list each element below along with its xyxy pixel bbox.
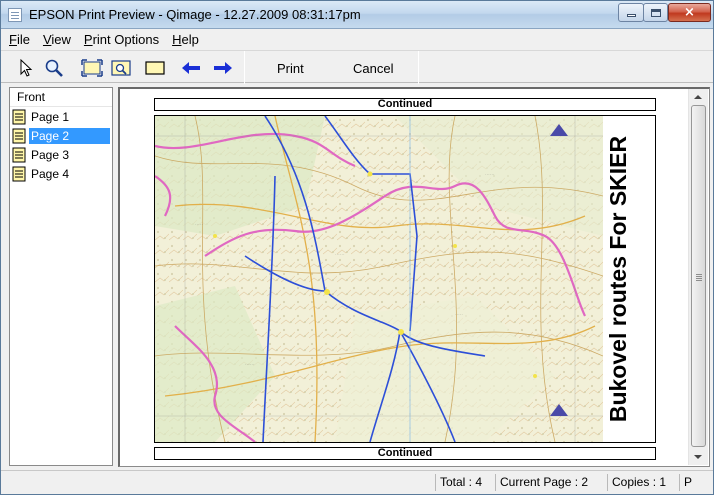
svg-text:·····: ····· (375, 412, 383, 418)
status-total: Total : 4 (435, 474, 495, 491)
grip-icon (696, 274, 702, 275)
zoom-icon (45, 59, 63, 77)
maximize-icon (650, 8, 661, 17)
arrow-right-icon (214, 62, 232, 74)
page-list-item-2[interactable]: Page 2 (10, 126, 112, 145)
menu-view-label: iew (51, 31, 71, 47)
pointer-tool-button[interactable] (15, 57, 37, 79)
toolbar-separator (418, 51, 419, 84)
status-copies: Copies : 1 (607, 474, 679, 491)
menu-help[interactable]: Help (172, 32, 199, 47)
app-document-icon (8, 8, 22, 22)
scroll-down-icon[interactable] (694, 455, 702, 459)
menu-bar: File View Print Options Help (1, 29, 713, 49)
map-title-vertical: Bukovel routes For SKIER (605, 135, 631, 422)
page-thumbnail-icon (12, 147, 26, 162)
page-list-label: Page 3 (31, 147, 70, 162)
vertical-scrollbar[interactable] (688, 89, 708, 465)
minimize-icon (626, 14, 636, 17)
menu-file-accel: F (9, 31, 17, 47)
arrow-left-icon (182, 62, 200, 74)
menu-file-label: ile (16, 31, 30, 47)
menu-help-label: elp (181, 31, 199, 47)
zoom-page-button[interactable] (110, 57, 132, 79)
print-preview-area[interactable]: Continued ····· ······ ····· ······ ····… (118, 87, 710, 467)
menu-file[interactable]: File (9, 32, 30, 47)
cancel-button[interactable]: Cancel (353, 61, 393, 76)
maximize-button[interactable] (643, 3, 668, 22)
title-bar[interactable]: EPSON Print Preview - Qimage - 12.27.200… (1, 1, 713, 29)
page-list-label: Page 4 (31, 166, 70, 181)
svg-text:·····: ····· (195, 222, 203, 228)
zoom-page-icon (111, 60, 131, 76)
svg-text:······: ······ (335, 252, 345, 258)
map-image: ················ ················· (155, 116, 603, 442)
pointer-icon (20, 59, 33, 77)
window-title: EPSON Print Preview - Qimage - 12.27.200… (29, 7, 361, 22)
scroll-thumb[interactable] (691, 105, 706, 447)
svg-text:······: ······ (485, 172, 495, 178)
toolbar-separator (244, 51, 245, 84)
page-frame-button[interactable] (144, 57, 166, 79)
next-page-button[interactable] (212, 57, 234, 79)
close-button[interactable]: × (668, 3, 711, 22)
menu-view[interactable]: View (43, 32, 71, 47)
continued-label-bottom: Continued (154, 447, 656, 460)
status-current-page: Current Page : 2 (495, 474, 607, 491)
continued-label-top: Continued (154, 98, 656, 111)
menu-print-options-accel: P (83, 31, 93, 47)
toolbar: Print Cancel (1, 50, 713, 84)
print-preview-window: EPSON Print Preview - Qimage - 12.27.200… (0, 0, 714, 495)
close-icon: × (684, 5, 695, 20)
scroll-up-icon[interactable] (694, 95, 702, 99)
page-frame-icon (145, 61, 165, 75)
zoom-tool-button[interactable] (43, 57, 65, 79)
page-list-header: Front (10, 88, 112, 107)
page-list-label: Page 1 (31, 109, 70, 124)
minimize-button[interactable] (618, 3, 644, 22)
page-list-item-3[interactable]: Page 3 (10, 145, 112, 164)
previous-page-button[interactable] (180, 57, 202, 79)
preview-page: ····· ······ ····· ······ ····· ······ Bukov… (154, 115, 656, 443)
menu-print-options[interactable]: Print Options (84, 32, 159, 47)
page-thumbnail-icon (12, 109, 26, 124)
status-bar: Total : 4 Current Page : 2 Copies : 1 P (1, 470, 713, 494)
page-thumbnail-icon (12, 128, 26, 143)
page-list-item-4[interactable]: Page 4 (10, 164, 112, 183)
map-title-text: Bukovel routes For SKIER (605, 135, 631, 422)
status-extra: P (679, 474, 709, 491)
fit-page-icon (81, 59, 103, 77)
svg-text:·····: ····· (455, 312, 463, 318)
page-list-label: Page 2 (29, 127, 110, 144)
menu-print-options-label: rint Options (92, 31, 160, 47)
page-thumbnail-icon (12, 166, 26, 181)
svg-text:······: ······ (245, 362, 255, 368)
print-button[interactable]: Print (277, 61, 304, 76)
fit-page-button[interactable] (81, 57, 103, 79)
page-list-item-1[interactable]: Page 1 (10, 107, 112, 126)
page-list-panel[interactable]: Front Page 1 Page 2 Page 3 Page 4 (9, 87, 113, 466)
